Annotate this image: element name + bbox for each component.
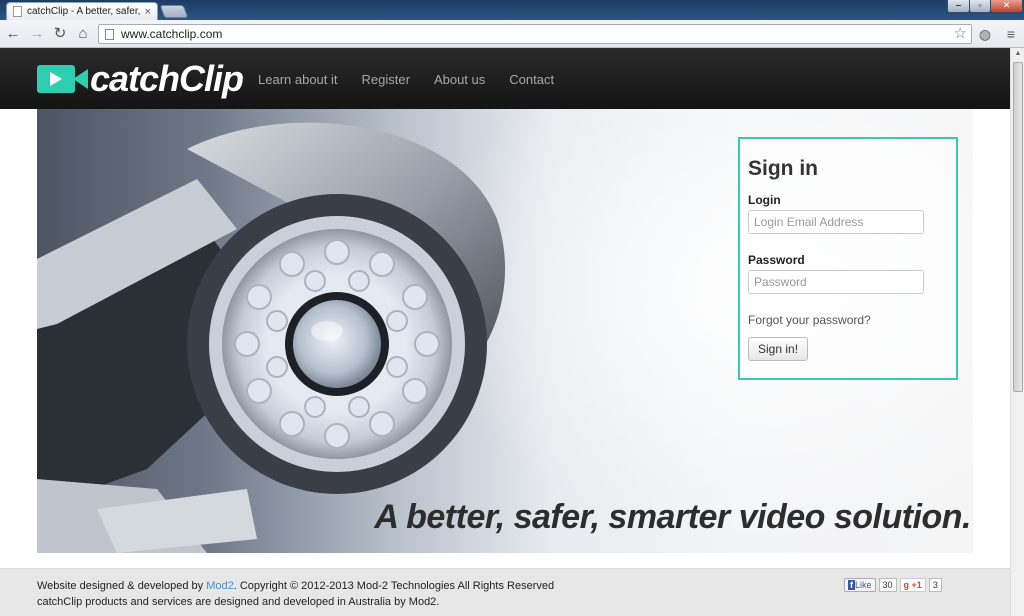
gplus-count: 3 [928,578,942,592]
site-logo[interactable]: catchClip [37,58,244,99]
page-viewport: catchClip Learn about it Register About … [0,48,1010,616]
browser-tab[interactable]: catchClip - A better, safer, × [6,2,158,20]
new-tab-button[interactable] [159,5,189,18]
footer-text: Website designed & developed by Mod2. Co… [37,580,555,608]
address-bar[interactable]: www.catchclip.com ☆ [98,24,972,44]
gplus-icon: g [903,580,910,590]
main-nav: Learn about it Register About us Contact [258,72,554,87]
signin-panel: Sign in Login Password Forgot your passw… [738,137,958,380]
login-label: Login [748,193,781,207]
signin-button[interactable]: Sign in! [748,337,809,361]
home-icon[interactable]: ⌂ [74,25,92,43]
star-icon[interactable]: ☆ [954,25,967,43]
tab-title: catchClip - A better, safer, [27,6,141,17]
site-footer: Website designed & developed by Mod2. Co… [0,568,1010,616]
hero-tagline: A better, safer, smarter video solution. [374,498,971,536]
tab-close-icon[interactable]: × [145,6,151,18]
social-buttons: f Like 30 g +1 3 [844,578,942,592]
nav-link-contact[interactable]: Contact [509,72,554,87]
forward-icon[interactable]: → [28,25,46,43]
logo-text: catchClip [90,58,244,99]
security-camera-image [37,122,506,553]
nav-link-register[interactable]: Register [362,72,410,87]
scroll-up-icon[interactable]: ▲ [1011,48,1024,60]
password-label: Password [748,253,805,267]
back-icon[interactable]: ← [4,25,22,43]
url-text[interactable]: www.catchclip.com [121,27,222,41]
forgot-password-link[interactable]: Forgot your password? [748,313,948,327]
maximize-button[interactable]: ▫ [969,0,991,13]
close-window-button[interactable]: ✕ [990,0,1023,13]
page-icon [105,28,114,40]
window-titlebar: catchClip - A better, safer, × ‒ ▫ ✕ [0,0,1024,20]
site-navbar: catchClip Learn about it Register About … [0,48,1010,109]
page-scrollbar[interactable]: ▲ [1010,48,1024,616]
reload-icon[interactable]: ↻ [51,25,69,43]
video-camera-icon [37,63,89,95]
scroll-thumb[interactable] [1013,62,1023,392]
password-input[interactable] [748,270,924,294]
nav-link-about[interactable]: About us [434,72,485,87]
mod2-link[interactable]: Mod2 [206,580,234,592]
minimize-button[interactable]: ‒ [947,0,970,13]
like-count: 30 [878,578,897,592]
login-email-input[interactable] [748,210,924,234]
facebook-like-button[interactable]: f Like [844,578,876,592]
facebook-icon: f [848,580,855,590]
menu-icon[interactable]: ≡ [1002,25,1020,43]
gplus-button[interactable]: g +1 [899,578,926,592]
footer-line-2: catchClip products and services are desi… [37,596,440,608]
page-icon [13,6,22,17]
globe-icon[interactable]: ◍ [976,25,994,43]
signin-title: Sign in [748,157,818,180]
nav-link-learn[interactable]: Learn about it [258,72,338,87]
